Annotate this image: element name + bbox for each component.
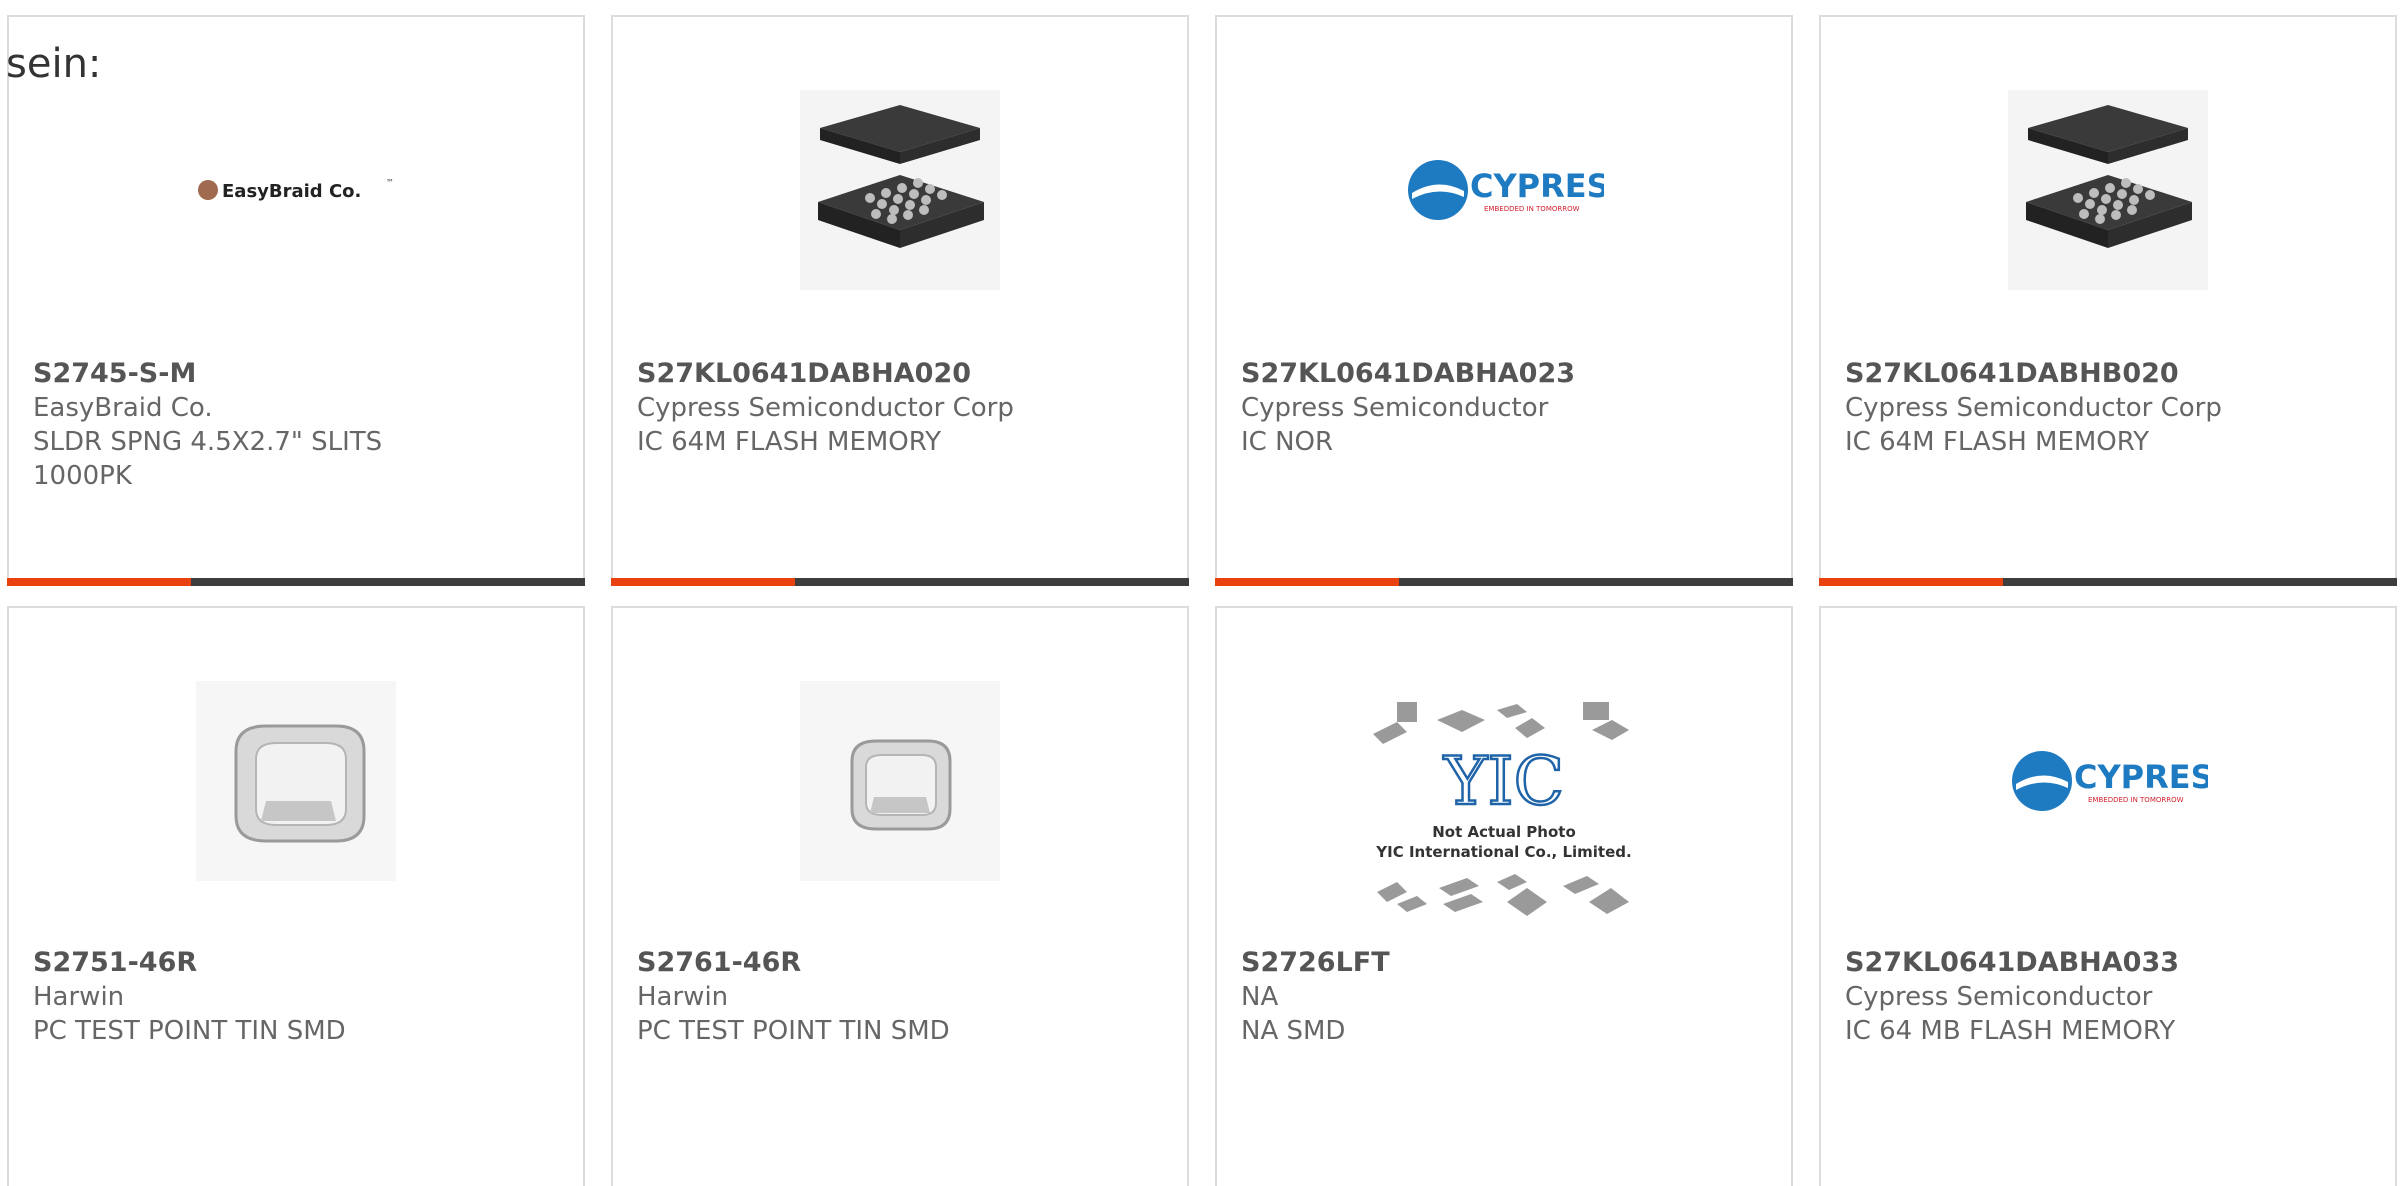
lead-text: sein: — [6, 41, 102, 87]
card-bar-accent — [611, 578, 795, 586]
manufacturer: EasyBraid Co. — [33, 393, 213, 423]
part-number[interactable]: S27KL0641DABHA023 — [1241, 357, 1761, 391]
description: PC TEST POINT TIN SMD — [33, 1016, 346, 1046]
description: NA SMD — [1241, 1016, 1346, 1046]
cypress-logo: CYPRESS EMBEDDED IN TOMORROW — [2008, 681, 2208, 881]
test-point-image — [196, 681, 396, 881]
manufacturer: Harwin — [33, 982, 125, 1012]
svg-text:YIC International Co., Limited: YIC International Co., Limited. — [1375, 843, 1631, 861]
test-point-image — [800, 681, 1000, 881]
svg-text:EasyBraid Co.: EasyBraid Co. — [222, 181, 361, 202]
easybraid-logo: EasyBraid Co. ™ — [196, 90, 396, 290]
part-number[interactable]: S2745-S-M — [33, 357, 553, 391]
description-2: 1000PK — [33, 461, 132, 491]
cypress-logo: CYPRESS EMBEDDED IN TOMORROW — [1404, 90, 1604, 290]
part-number[interactable]: S2726LFT — [1241, 946, 1761, 980]
description: IC NOR — [1241, 427, 1334, 457]
product-card[interactable]: CYPRESS EMBEDDED IN TOMORROW S27KL0641DA… — [1215, 15, 1793, 586]
card-bar — [1215, 578, 1793, 586]
svg-text:CYPRESS: CYPRESS — [2074, 758, 2208, 796]
yic-placeholder-image: YIC Not Actual Photo YIC International C… — [1367, 692, 1641, 922]
svg-text:™: ™ — [386, 178, 394, 187]
part-number[interactable]: S2751-46R — [33, 946, 553, 980]
description: SLDR SPNG 4.5X2.7" SLITS — [33, 427, 383, 457]
product-card[interactable]: CYPRESS EMBEDDED IN TOMORROW S27KL0641DA… — [1819, 606, 2397, 1186]
svg-text:CYPRESS: CYPRESS — [1470, 167, 1604, 205]
product-card[interactable]: YIC Not Actual Photo YIC International C… — [1215, 606, 1793, 1186]
description: IC 64M FLASH MEMORY — [1845, 427, 2150, 457]
part-number[interactable]: S27KL0641DABHB020 — [1845, 357, 2365, 391]
svg-text:EMBEDDED IN TOMORROW: EMBEDDED IN TOMORROW — [2088, 796, 2184, 804]
bga-chip-image — [2008, 90, 2208, 290]
part-number[interactable]: S27KL0641DABHA020 — [637, 357, 1157, 391]
part-number[interactable]: S2761-46R — [637, 946, 1157, 980]
card-bar-accent — [1819, 578, 2003, 586]
card-bar — [7, 578, 585, 586]
description: IC 64M FLASH MEMORY — [637, 427, 942, 457]
manufacturer: Cypress Semiconductor — [1241, 393, 1549, 423]
manufacturer: NA — [1241, 982, 1279, 1012]
product-card[interactable]: S2751-46R Harwin PC TEST POINT TIN SMD — [7, 606, 585, 1186]
description: IC 64 MB FLASH MEMORY — [1845, 1016, 2176, 1046]
manufacturer: Cypress Semiconductor Corp — [1845, 393, 2222, 423]
svg-text:EMBEDDED IN TOMORROW: EMBEDDED IN TOMORROW — [1484, 205, 1580, 213]
card-bar-accent — [1215, 578, 1399, 586]
manufacturer: Cypress Semiconductor — [1845, 982, 2153, 1012]
card-bar — [1819, 578, 2397, 586]
svg-text:Not Actual Photo: Not Actual Photo — [1432, 823, 1576, 841]
manufacturer: Cypress Semiconductor Corp — [637, 393, 1014, 423]
card-bar — [611, 578, 1189, 586]
product-card[interactable]: S27KL0641DABHA020 Cypress Semiconductor … — [611, 15, 1189, 586]
bga-chip-image — [800, 90, 1000, 290]
manufacturer: Harwin — [637, 982, 729, 1012]
svg-text:YIC: YIC — [1443, 743, 1564, 820]
product-card[interactable]: S27KL0641DABHB020 Cypress Semiconductor … — [1819, 15, 2397, 586]
product-card[interactable]: S2761-46R Harwin PC TEST POINT TIN SMD — [611, 606, 1189, 1186]
product-card[interactable]: EasyBraid Co. ™ S2745-S-M EasyBraid Co. … — [7, 15, 585, 586]
part-number[interactable]: S27KL0641DABHA033 — [1845, 946, 2365, 980]
card-bar-accent — [7, 578, 191, 586]
description: PC TEST POINT TIN SMD — [637, 1016, 950, 1046]
